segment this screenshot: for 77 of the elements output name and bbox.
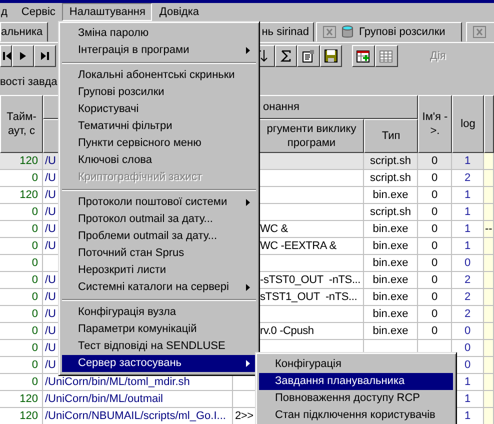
table-cell: bin.exe	[372, 223, 408, 235]
table-cell: 0	[431, 308, 438, 320]
table-cell: /U	[45, 274, 56, 286]
table-cell: /U	[45, 342, 56, 354]
table-cell: script.sh	[370, 172, 411, 184]
table-cell: 0	[431, 206, 438, 218]
table-cell: 0	[431, 240, 438, 252]
table-cell: 0	[32, 206, 38, 218]
table-cell: 0	[431, 155, 438, 167]
table-cell: 0	[32, 172, 38, 184]
table-cell: 0	[431, 189, 438, 201]
table-cell: 0	[431, 257, 438, 269]
table-cell: 1	[464, 240, 471, 252]
table-cell: 0	[32, 257, 38, 269]
table-cell: 0	[32, 342, 38, 354]
table-cell: /U	[45, 223, 56, 235]
table-cell: 0	[32, 325, 38, 337]
table-cell: 1	[464, 223, 471, 235]
table-cell: 0	[464, 342, 471, 354]
table-cell: sTST1_OUT -nTS...	[260, 291, 358, 303]
table-cell: 0	[32, 291, 38, 303]
table-cell: 120	[20, 410, 38, 422]
table-cell: /U	[45, 206, 56, 218]
table-cell: /U	[45, 325, 56, 337]
section-label: вості завда	[0, 76, 58, 88]
table-cell: 0	[431, 172, 438, 184]
table-cell: 2>>	[235, 410, 254, 422]
table-cell: 120	[20, 155, 38, 167]
table-cell: 1	[464, 376, 471, 388]
table-cell: 0	[32, 240, 38, 252]
table-cell: bin.exe	[372, 308, 408, 320]
table-cell: 2	[464, 291, 471, 303]
table-cell: /U	[45, 291, 56, 303]
table-cell: bin.exe	[372, 274, 408, 286]
table-cell: /U	[45, 240, 56, 252]
table-cell: 0	[32, 223, 38, 235]
table-cell: bin.exe	[372, 291, 408, 303]
table-cell: 0	[431, 325, 438, 337]
table-cell: 2	[464, 172, 471, 184]
table-cell: /UniCorn/bin/ML/outmail	[45, 393, 163, 405]
table-cell: 1	[464, 155, 471, 167]
table-cell: WC &	[260, 223, 288, 235]
table-cell: 0	[464, 359, 471, 371]
table-cell: /UniCorn/NBUMAIL/scripts/ml_Go.I...	[45, 410, 226, 422]
table-cell: bin.exe	[372, 257, 408, 269]
table-cell: script.sh	[370, 155, 411, 167]
table-cell: bin.exe	[372, 240, 408, 252]
table-cell: bin.exe	[372, 189, 408, 201]
table-cell: 0	[464, 325, 471, 337]
table-cell: /U	[45, 308, 56, 320]
table-cell: /UniCorn/bin/ML/toml_mdir.sh	[45, 376, 190, 388]
table-cell: WC -EEXTRA &	[260, 240, 336, 252]
table-cell: rv.0 -Cpush	[260, 325, 314, 337]
table-cell: /U	[45, 359, 56, 371]
table-cell: 2	[464, 274, 471, 286]
table-cell: 1	[464, 410, 471, 422]
table-cell: --	[485, 223, 492, 235]
table-cell: 0	[32, 274, 38, 286]
table-cell: 0	[431, 274, 438, 286]
table-cell: script.sh	[370, 206, 411, 218]
table-cell: 0	[32, 359, 38, 371]
table-cell: 0	[431, 291, 438, 303]
table-cell: 0	[464, 257, 471, 269]
table-cell: 2	[464, 308, 471, 320]
table-cell: 1	[464, 189, 471, 201]
table-cell: 120	[20, 189, 38, 201]
table-cell: -sTST0_OUT -nTS...	[260, 274, 361, 286]
table-cell: /U	[45, 155, 56, 167]
table-cell: 1	[464, 393, 471, 405]
table-cell: /U	[45, 172, 56, 184]
table-cell: /U	[45, 189, 56, 201]
table-cell: 120	[20, 393, 38, 405]
table-cell: 1	[464, 206, 471, 218]
table-cell: 0	[32, 308, 38, 320]
table-cell: 0	[32, 376, 38, 388]
table-cell: 0	[431, 223, 438, 235]
table-cell: bin.exe	[372, 325, 408, 337]
